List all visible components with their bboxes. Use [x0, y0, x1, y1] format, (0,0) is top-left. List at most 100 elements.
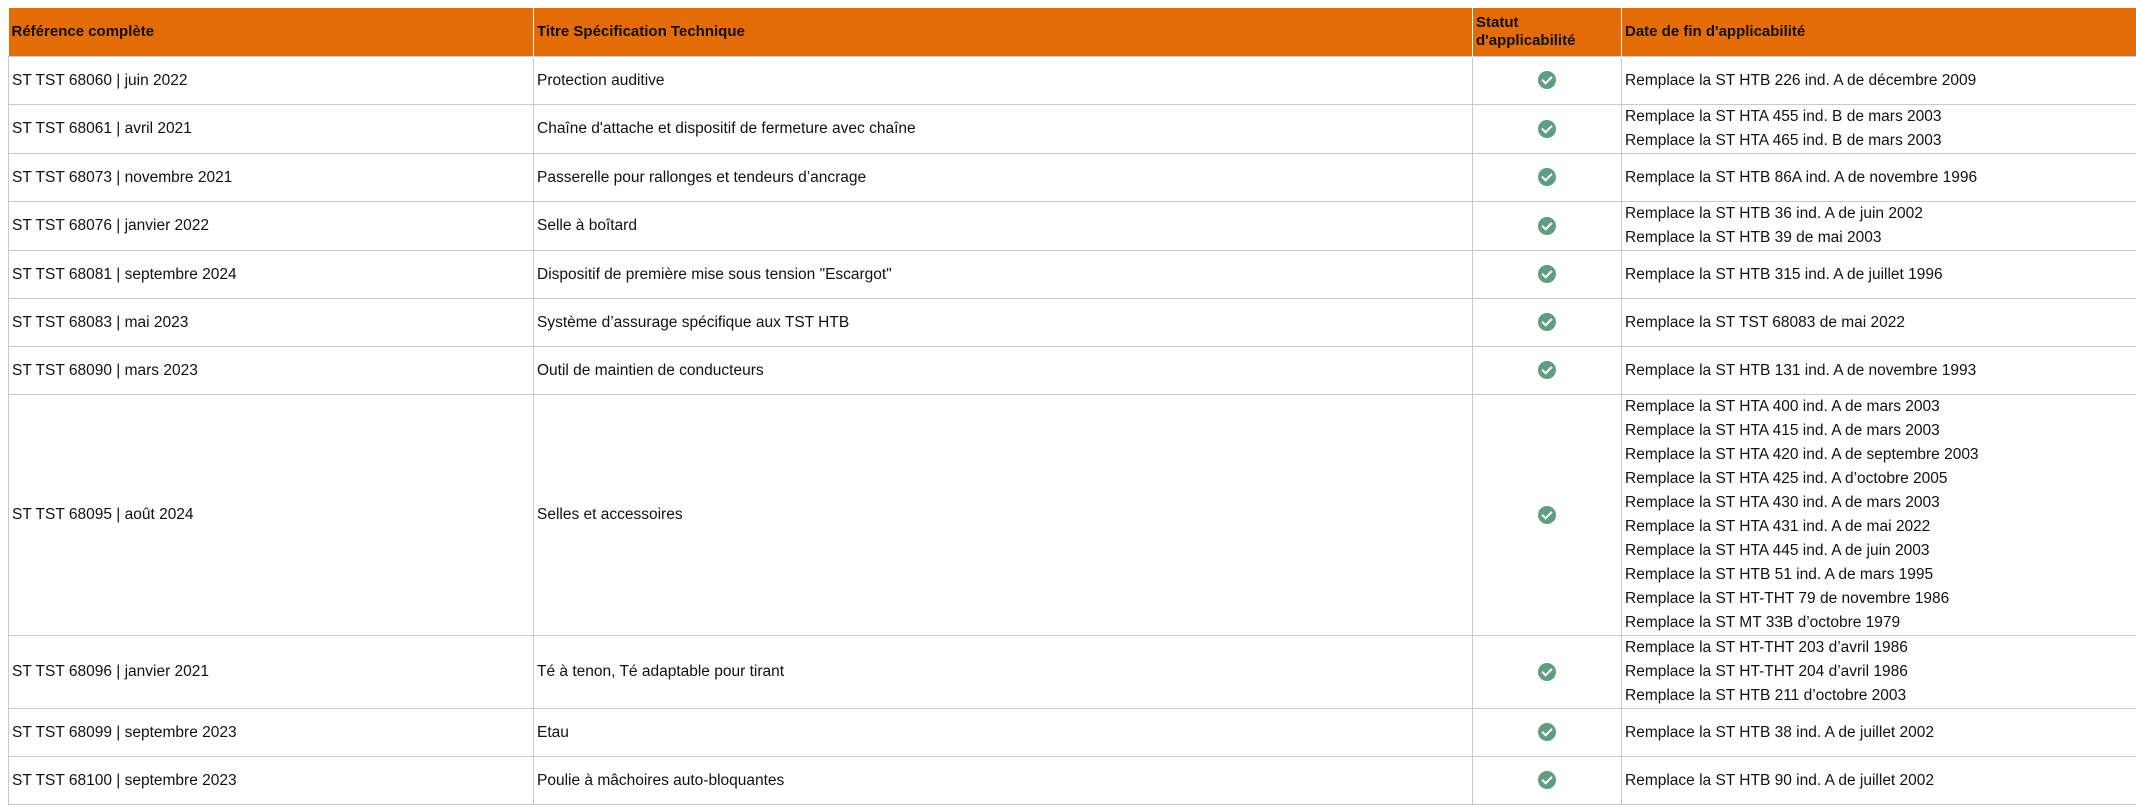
replacement-line: Remplace la ST HTB 51 ind. A de mars 199… [1625, 563, 2136, 587]
cell-reference[interactable]: ST TST 68100 | septembre 2023 [9, 757, 534, 805]
spreadsheet: Référence complète Titre Spécification T… [8, 8, 2136, 805]
cell-reference[interactable]: ST TST 68081 | septembre 2024 [9, 251, 534, 299]
table-row: ST TST 68096 | janvier 2021Té à tenon, T… [9, 636, 2136, 709]
cell-end-date[interactable]: Remplace la ST HTB 226 ind. A de décembr… [1622, 57, 2136, 105]
table-body: ST TST 68060 | juin 2022Protection audit… [9, 57, 2136, 805]
cell-title[interactable]: Té à tenon, Té adaptable pour tirant [534, 636, 1473, 709]
replacement-line: Remplace la ST HTB 315 ind. A de juillet… [1625, 263, 2136, 287]
cell-status[interactable] [1473, 105, 1622, 154]
replacement-line: Remplace la ST HTB 226 ind. A de décembr… [1625, 69, 2136, 93]
cell-reference[interactable]: ST TST 68060 | juin 2022 [9, 57, 534, 105]
table-row: ST TST 68095 | août 2024Selles et access… [9, 395, 2136, 636]
check-circle-icon [1538, 168, 1556, 186]
cell-status[interactable] [1473, 347, 1622, 395]
cell-status[interactable] [1473, 202, 1622, 251]
cell-title[interactable]: Protection auditive [534, 57, 1473, 105]
table-row: ST TST 68073 | novembre 2021Passerelle p… [9, 154, 2136, 202]
cell-reference[interactable]: ST TST 68073 | novembre 2021 [9, 154, 534, 202]
cell-status[interactable] [1473, 395, 1622, 636]
table-row: ST TST 68099 | septembre 2023Etau Remplac… [9, 709, 2136, 757]
replacement-line: Remplace la ST HTA 465 ind. B de mars 20… [1625, 129, 2136, 153]
cell-end-date[interactable]: Remplace la ST HTB 131 ind. A de novembr… [1622, 347, 2136, 395]
cell-end-date[interactable]: Remplace la ST HTA 400 ind. A de mars 20… [1622, 395, 2136, 636]
replacement-line: Remplace la ST TST 68083 de mai 2022 [1625, 311, 2136, 335]
cell-end-date[interactable]: Remplace la ST HTB 86A ind. A de novembr… [1622, 154, 2136, 202]
cell-title[interactable]: Outil de maintien de conducteurs [534, 347, 1473, 395]
header-title[interactable]: Titre Spécification Technique [534, 8, 1473, 57]
replacement-line: Remplace la ST MT 33B d’octobre 1979 [1625, 611, 2136, 635]
cell-status[interactable] [1473, 57, 1622, 105]
cell-end-date[interactable]: Remplace la ST HTB 36 ind. A de juin 200… [1622, 202, 2136, 251]
table-row: ST TST 68081 | septembre 2024Dispositif … [9, 251, 2136, 299]
cell-status[interactable] [1473, 251, 1622, 299]
replacement-line: Remplace la ST HTA 415 ind. A de mars 20… [1625, 419, 2136, 443]
cell-reference[interactable]: ST TST 68076 | janvier 2022 [9, 202, 534, 251]
replacement-line: Remplace la ST HTA 431 ind. A de mai 202… [1625, 515, 2136, 539]
header-end-date[interactable]: Date de fin d'applicabilité [1622, 8, 2136, 57]
cell-title[interactable]: Poulie à mâchoires auto-bloquantes [534, 757, 1473, 805]
cell-reference[interactable]: ST TST 68090 | mars 2023 [9, 347, 534, 395]
cell-end-date[interactable]: Remplace la ST HTA 455 ind. B de mars 20… [1622, 105, 2136, 154]
cell-reference[interactable]: ST TST 68096 | janvier 2021 [9, 636, 534, 709]
replacement-line: Remplace la ST HTA 400 ind. A de mars 20… [1625, 395, 2136, 419]
cell-status[interactable] [1473, 757, 1622, 805]
replacement-line: Remplace la ST HTB 90 ind. A de juillet … [1625, 769, 2136, 793]
replacement-line: Remplace la ST HTA 430 ind. A de mars 20… [1625, 491, 2136, 515]
cell-title[interactable]: Etau [534, 709, 1473, 757]
check-circle-icon [1538, 120, 1556, 138]
cell-reference[interactable]: ST TST 68095 | août 2024 [9, 395, 534, 636]
cell-status[interactable] [1473, 154, 1622, 202]
cell-end-date[interactable]: Remplace la ST HTB 315 ind. A de juillet… [1622, 251, 2136, 299]
table-row: ST TST 68100 | septembre 2023Poulie à mâ… [9, 757, 2136, 805]
replacement-line: Remplace la ST HT-THT 204 d’avril 1986 [1625, 660, 2136, 684]
table-row: ST TST 68060 | juin 2022Protection audit… [9, 57, 2136, 105]
replacement-line: Remplace la ST HTA 425 ind. A d’octobre … [1625, 467, 2136, 491]
header-reference[interactable]: Référence complète [9, 8, 534, 57]
check-circle-icon [1538, 663, 1556, 681]
replacement-line: Remplace la ST HTA 445 ind. A de juin 20… [1625, 539, 2136, 563]
header-status-line2: d'applicabilité [1476, 32, 1618, 50]
cell-reference[interactable]: ST TST 68099 | septembre 2023 [9, 709, 534, 757]
header-status[interactable]: Statut d'applicabilité [1473, 8, 1622, 57]
cell-status[interactable] [1473, 709, 1622, 757]
replacement-line: Remplace la ST HTB 38 ind. A de juillet … [1625, 721, 2136, 745]
replacement-line: Remplace la ST HTB 36 ind. A de juin 200… [1625, 202, 2136, 226]
cell-title[interactable]: Selle à boîtard [534, 202, 1473, 251]
check-circle-icon [1538, 71, 1556, 89]
cell-end-date[interactable]: Remplace la ST HTB 90 ind. A de juillet … [1622, 757, 2136, 805]
table-row: ST TST 68076 | janvier 2022Selle à boîta… [9, 202, 2136, 251]
specifications-table: Référence complète Titre Spécification T… [8, 8, 2136, 805]
table-row: ST TST 68090 | mars 2023Outil de maintie… [9, 347, 2136, 395]
cell-reference[interactable]: ST TST 68083 | mai 2023 [9, 299, 534, 347]
check-circle-icon [1538, 506, 1556, 524]
cell-end-date[interactable]: Remplace la ST HT-THT 203 d’avril 1986Re… [1622, 636, 2136, 709]
cell-title[interactable]: Chaîne d'attache et dispositif de fermet… [534, 105, 1473, 154]
cell-title[interactable]: Système d’assurage spécifique aux TST HT… [534, 299, 1473, 347]
table-row: ST TST 68061 | avril 2021Chaîne d'attach… [9, 105, 2136, 154]
check-circle-icon [1538, 265, 1556, 283]
cell-end-date[interactable]: Remplace la ST HTB 38 ind. A de juillet … [1622, 709, 2136, 757]
header-status-line1: Statut [1476, 14, 1618, 32]
replacement-line: Remplace la ST HTB 86A ind. A de novembr… [1625, 166, 2136, 190]
replacement-line: Remplace la ST HTA 420 ind. A de septemb… [1625, 443, 2136, 467]
cell-status[interactable] [1473, 636, 1622, 709]
cell-status[interactable] [1473, 299, 1622, 347]
check-circle-icon [1538, 217, 1556, 235]
check-circle-icon [1538, 771, 1556, 789]
check-circle-icon [1538, 361, 1556, 379]
check-circle-icon [1538, 723, 1556, 741]
cell-end-date[interactable]: Remplace la ST TST 68083 de mai 2022 [1622, 299, 2136, 347]
check-circle-icon [1538, 313, 1556, 331]
header-row: Référence complète Titre Spécification T… [9, 8, 2136, 57]
replacement-line: Remplace la ST HT-THT 79 de novembre 198… [1625, 587, 2136, 611]
replacement-line: Remplace la ST HTB 39 de mai 2003 [1625, 226, 2136, 250]
replacement-line: Remplace la ST HTB 211 d’octobre 2003 [1625, 684, 2136, 708]
replacement-line: Remplace la ST HTA 455 ind. B de mars 20… [1625, 105, 2136, 129]
cell-title[interactable]: Dispositif de première mise sous tension… [534, 251, 1473, 299]
cell-title[interactable]: Selles et accessoires [534, 395, 1473, 636]
cell-reference[interactable]: ST TST 68061 | avril 2021 [9, 105, 534, 154]
replacement-line: Remplace la ST HTB 131 ind. A de novembr… [1625, 359, 2136, 383]
replacement-line: Remplace la ST HT-THT 203 d’avril 1986 [1625, 636, 2136, 660]
table-row: ST TST 68083 | mai 2023Système d’assurag… [9, 299, 2136, 347]
cell-title[interactable]: Passerelle pour rallonges et tendeurs d’… [534, 154, 1473, 202]
